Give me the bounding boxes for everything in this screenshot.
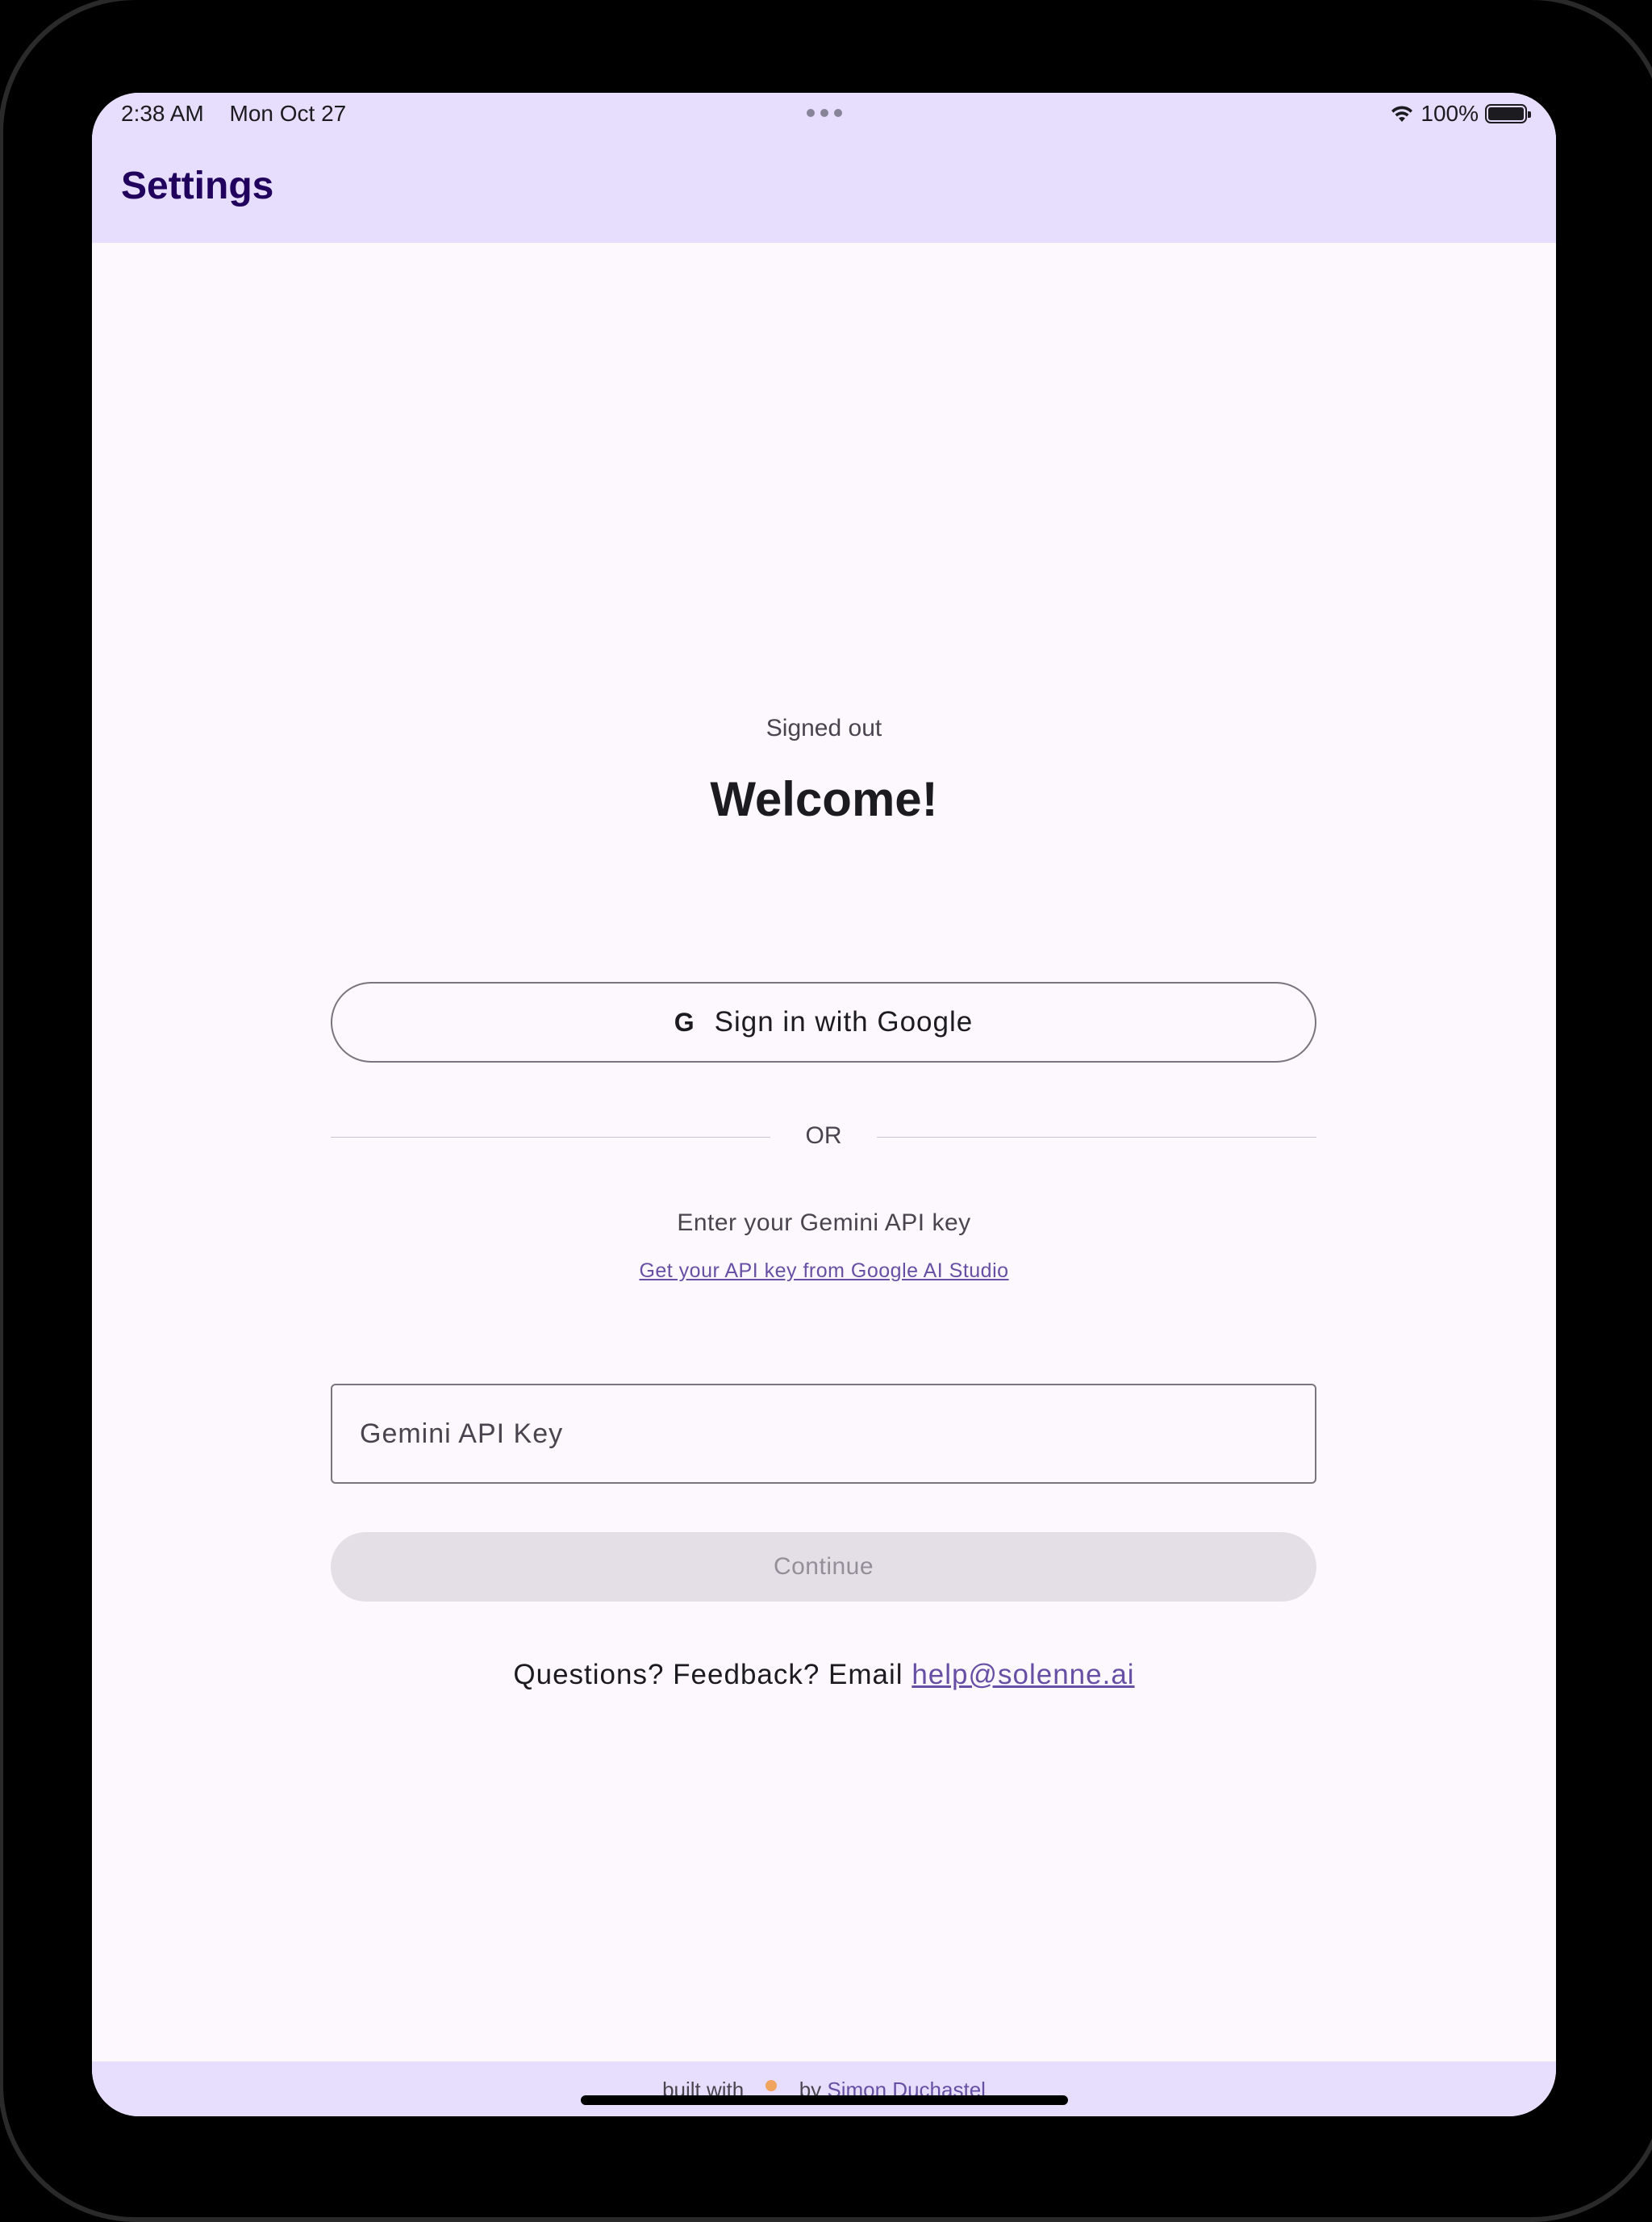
api-key-link[interactable]: Get your API key from Google AI Studio xyxy=(92,1259,1556,1283)
home-indicator[interactable] xyxy=(580,2095,1068,2105)
sign-in-google-button[interactable]: G Sign in with Google xyxy=(331,982,1316,1063)
feedback-email-link[interactable]: help@solenne.ai xyxy=(912,1659,1134,1690)
status-bar: 2:38 AM Mon Oct 27 100% xyxy=(92,93,1556,138)
device-frame: 2:38 AM Mon Oct 27 100% Settings Signed … xyxy=(0,0,1652,2222)
divider-line-right xyxy=(877,1137,1316,1138)
battery-icon xyxy=(1485,104,1531,123)
sign-in-google-label: Sign in with Google xyxy=(714,1006,974,1038)
wifi-icon xyxy=(1391,106,1413,122)
status-time-date: 2:38 AM Mon Oct 27 xyxy=(121,101,365,127)
api-key-input[interactable] xyxy=(331,1384,1316,1484)
app-screen: 2:38 AM Mon Oct 27 100% Settings Signed … xyxy=(92,93,1556,2116)
feedback-text: Questions? Feedback? Email help@solenne.… xyxy=(92,1659,1556,1691)
api-key-prompt: Enter your Gemini API key xyxy=(677,1209,971,1236)
divider-label: OR xyxy=(805,1122,842,1149)
status-time: 2:38 AM xyxy=(121,101,204,126)
feedback-label: Questions? Feedback? Email xyxy=(513,1659,903,1690)
battery-fill xyxy=(1488,107,1524,120)
google-icon: G xyxy=(674,1007,695,1037)
multitasking-dots-icon[interactable] xyxy=(806,109,842,117)
page-title: Settings xyxy=(121,165,274,207)
status-right: 100% xyxy=(1390,101,1531,127)
auth-status-label: Signed out xyxy=(766,715,882,741)
footer: built with by Simon Duchastel xyxy=(92,2061,1556,2116)
welcome-heading: Welcome! xyxy=(710,772,938,826)
api-key-link-label[interactable]: Get your API key from Google AI Studio xyxy=(639,1259,1008,1282)
continue-button[interactable]: Continue xyxy=(331,1532,1316,1602)
battery-percent: 100% xyxy=(1420,101,1479,126)
app-bar: Settings xyxy=(92,138,1556,243)
status-date: Mon Oct 27 xyxy=(229,101,347,126)
or-divider: OR xyxy=(331,1121,1316,1153)
